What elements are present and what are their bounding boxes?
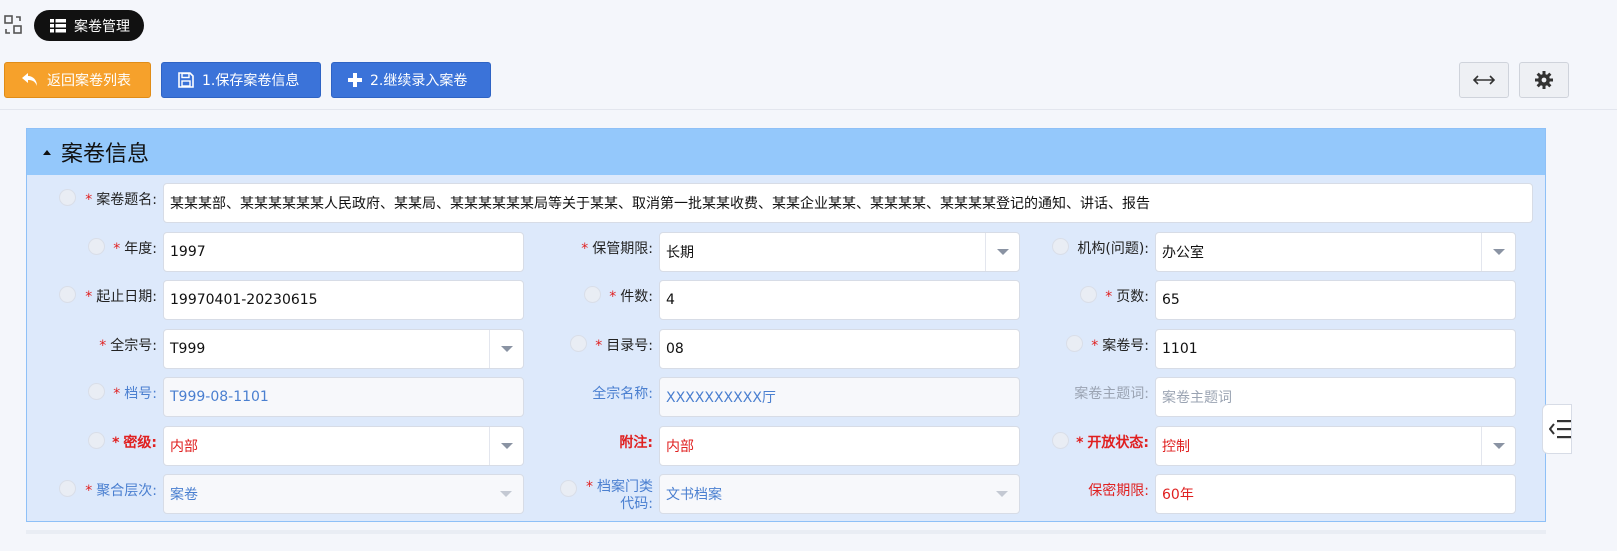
- field-label-category-code: * 档案门类 代码:: [586, 479, 653, 512]
- aggregation-select: 案卷: [163, 474, 524, 514]
- radio-toggle[interactable]: [59, 480, 76, 497]
- tab-case-management[interactable]: 案卷管理: [34, 10, 144, 41]
- form-row-7: * 聚合层次: 案卷 * 档案门类 代码: 文书档案 保密期限: 60年: [27, 474, 1547, 514]
- field-label-retention: * 保管期限:: [581, 241, 653, 257]
- page-count-input[interactable]: 65: [1155, 280, 1516, 320]
- save-case-label: 1.保存案卷信息: [202, 73, 300, 89]
- field-label-year: * 年度:: [113, 241, 157, 257]
- save-case-button[interactable]: 1.保存案卷信息: [161, 62, 321, 98]
- dropdown-icon[interactable]: [985, 233, 1019, 271]
- swap-icon[interactable]: [3, 14, 23, 36]
- org-select[interactable]: 办公室: [1155, 232, 1516, 272]
- case-info-panel: 案卷信息 * 案卷题名: 某某某部、某某某某某某人民政府、某某局、某某某某某某局等…: [26, 128, 1546, 522]
- dropdown-icon[interactable]: [489, 427, 523, 465]
- tab-label: 案卷管理: [74, 18, 130, 35]
- dropdown-icon: [985, 475, 1019, 513]
- field-label-aggregation: * 聚合层次:: [85, 483, 157, 499]
- field-label-org: 机构(问题):: [1077, 241, 1149, 257]
- field-label-subject: 案卷主题词:: [1074, 386, 1149, 402]
- side-menu-toggle[interactable]: [1542, 404, 1572, 454]
- panel-title: 案卷信息: [61, 142, 150, 167]
- gear-icon: [1535, 71, 1553, 89]
- field-label-secrecy: * 密级:: [112, 435, 157, 451]
- field-label-secret-period: 保密期限:: [1088, 483, 1149, 499]
- secret-period-input[interactable]: 60年: [1155, 474, 1516, 514]
- field-label-page-count: * 页数:: [1105, 289, 1149, 305]
- dropdown-icon[interactable]: [1481, 427, 1515, 465]
- divider: [26, 530, 1546, 534]
- menu-collapse-icon: [1549, 420, 1571, 439]
- save-icon: [178, 72, 194, 88]
- field-label-fonds-no: * 全宗号:: [99, 338, 157, 354]
- expand-icon: [1473, 75, 1495, 85]
- field-label-item-count: * 件数:: [609, 289, 653, 305]
- date-range-input[interactable]: 19970401-20230615: [163, 280, 524, 320]
- fonds-no-select[interactable]: T999: [163, 329, 524, 369]
- list-icon: [50, 18, 66, 32]
- radio-toggle[interactable]: [59, 286, 76, 303]
- archive-no-field: T999-08-1101: [163, 377, 524, 417]
- continue-entry-button[interactable]: 2.继续录入案卷: [331, 62, 491, 98]
- back-to-list-button[interactable]: 返回案卷列表: [4, 62, 151, 98]
- field-label-date-range: * 起止日期:: [85, 289, 157, 305]
- form-row-2: * 年度: 1997 * 保管期限: 长期 机构(问题): 办公室: [27, 232, 1547, 272]
- form-row-6: * 密级: 内部 附注: 内部 * 开放状态: 控制: [27, 426, 1547, 466]
- form-row-title: * 案卷题名: 某某某部、某某某某某某人民政府、某某局、某某某某某某局等关于某某、…: [27, 183, 1547, 223]
- subject-input[interactable]: 案卷主题词: [1155, 377, 1516, 417]
- category-code-select: 文书档案: [659, 474, 1020, 514]
- toolbar: 返回案卷列表 1.保存案卷信息 2.继续录入案卷: [0, 52, 1617, 110]
- case-title-input[interactable]: 某某某部、某某某某某某人民政府、某某局、某某某某某某局等关于某某、取消第一批某某…: [163, 183, 1533, 223]
- top-bar: 案卷管理: [0, 0, 1617, 52]
- item-count-input[interactable]: 4: [659, 280, 1020, 320]
- secrecy-select[interactable]: 内部: [163, 426, 524, 466]
- form-row-4: * 全宗号: T999 * 目录号: 08 * 案卷号: 1101: [27, 329, 1547, 369]
- catalog-no-input[interactable]: 08: [659, 329, 1020, 369]
- year-input[interactable]: 1997: [163, 232, 524, 272]
- form-row-5: * 档号: T999-08-1101 全宗名称: XXXXXXXXXX厅 案卷主题…: [27, 377, 1547, 417]
- field-label-title: * 案卷题名:: [85, 192, 157, 208]
- open-status-select[interactable]: 控制: [1155, 426, 1516, 466]
- continue-entry-label: 2.继续录入案卷: [370, 73, 468, 89]
- note-input[interactable]: 内部: [659, 426, 1020, 466]
- plus-icon: [348, 73, 362, 87]
- collapse-caret-icon: [43, 149, 51, 155]
- field-label-archive-no: * 档号:: [113, 386, 157, 402]
- settings-button[interactable]: [1519, 62, 1569, 98]
- field-label-note: 附注:: [619, 435, 653, 451]
- dropdown-icon: [489, 475, 523, 513]
- volume-no-input[interactable]: 1101: [1155, 329, 1516, 369]
- expand-width-button[interactable]: [1459, 62, 1509, 98]
- dropdown-icon[interactable]: [1481, 233, 1515, 271]
- dropdown-icon[interactable]: [489, 330, 523, 368]
- panel-header[interactable]: 案卷信息: [27, 129, 1545, 175]
- field-label-open-status: * 开放状态:: [1076, 435, 1149, 451]
- field-label-volume-no: * 案卷号:: [1091, 338, 1149, 354]
- undo-icon: [22, 73, 37, 86]
- field-label-catalog-no: * 目录号:: [595, 338, 653, 354]
- form-row-3: * 起止日期: 19970401-20230615 * 件数: 4 * 页数: 65: [27, 280, 1547, 320]
- back-to-list-label: 返回案卷列表: [47, 73, 131, 89]
- radio-toggle[interactable]: [59, 189, 76, 206]
- retention-select[interactable]: 长期: [659, 232, 1020, 272]
- field-label-fonds-name: 全宗名称:: [592, 386, 653, 402]
- fonds-name-field: XXXXXXXXXX厅: [659, 377, 1020, 417]
